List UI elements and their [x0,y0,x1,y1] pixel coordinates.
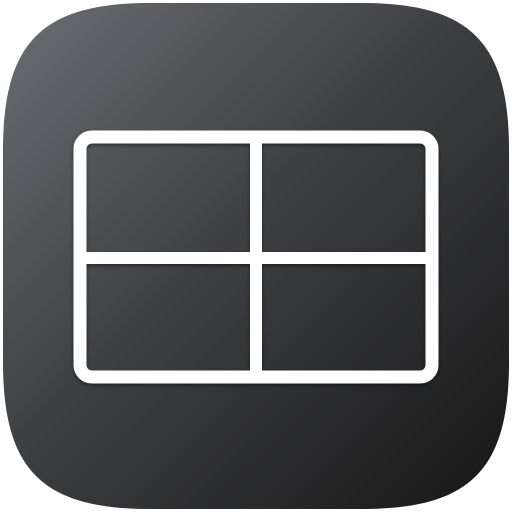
app-icon-svg [3,3,509,509]
app-icon[interactable] [0,0,512,512]
